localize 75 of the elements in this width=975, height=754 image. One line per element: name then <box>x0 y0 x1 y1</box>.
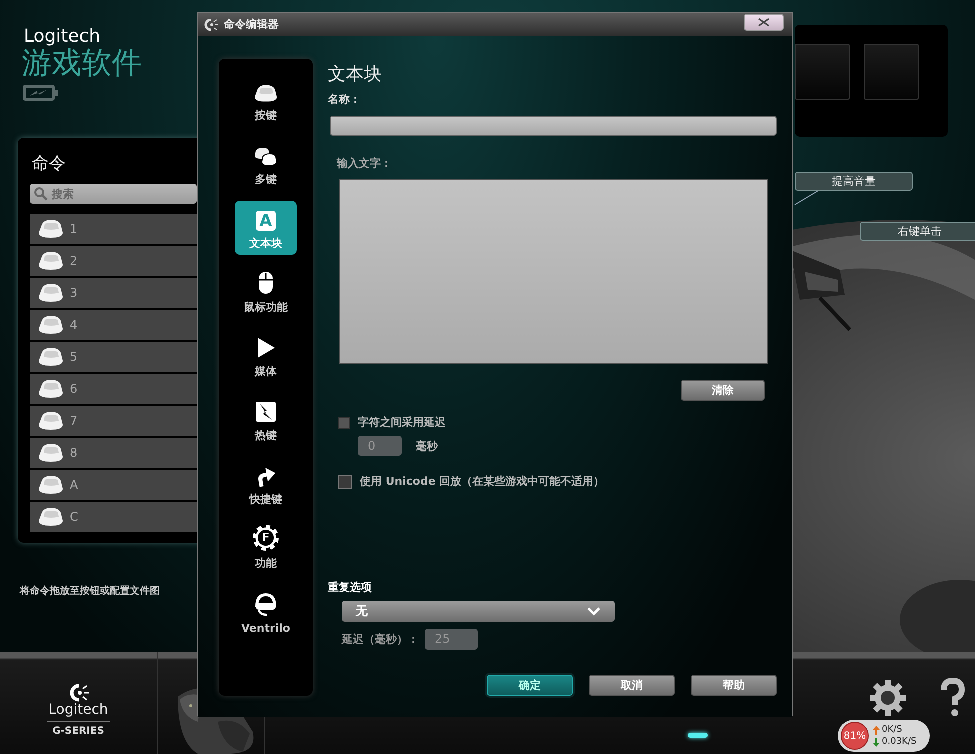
command-item[interactable]: 5 <box>30 342 197 372</box>
key-icon <box>38 251 64 271</box>
button-callout[interactable]: 提高音量 <box>795 172 913 191</box>
logo-icon <box>68 684 90 702</box>
command-item[interactable]: 6 <box>30 374 197 404</box>
checkbox-label: 字符之间采用延迟 <box>358 415 446 430</box>
dialog-button[interactable]: 帮助 <box>691 675 777 696</box>
field-label: 名称： <box>328 92 362 107</box>
gear-icon: F <box>253 525 279 551</box>
settings-icon[interactable] <box>868 678 908 718</box>
key-icon <box>38 219 64 239</box>
command-item[interactable]: 7 <box>30 406 197 436</box>
nav-tab[interactable]: F 功能 <box>235 521 297 575</box>
usage-badge: 81% <box>841 722 869 750</box>
key-icon <box>38 379 64 399</box>
mouse-icon <box>258 271 274 295</box>
key-icon <box>38 347 64 367</box>
button-callout[interactable]: 右键单击 <box>860 222 975 241</box>
unit-label: 毫秒 <box>416 438 438 454</box>
checkbox-label: 使用 Unicode 回放（在某些游戏中可能不适用） <box>360 474 605 489</box>
command-item[interactable]: A <box>30 470 197 500</box>
field-label: 延迟（毫秒）： <box>342 632 419 647</box>
app-title: 游戏软件 <box>22 47 143 81</box>
key-icon <box>38 475 64 495</box>
battery-icon <box>23 85 59 101</box>
command-item[interactable]: 8 <box>30 438 197 468</box>
play-icon <box>256 337 276 359</box>
chevron-icon <box>587 607 601 616</box>
search-field[interactable]: 搜索 <box>30 184 197 204</box>
keys-icon <box>254 147 278 167</box>
nav-tab[interactable]: 热键 <box>235 393 297 447</box>
down-arrow-icon <box>873 738 880 746</box>
key-icon <box>38 443 64 463</box>
text-icon: A <box>256 211 276 231</box>
key-icon <box>38 507 64 527</box>
hint-text: 将命令拖放至按钮或配置文件图 <box>20 584 161 598</box>
nav-tab[interactable]: 多键 <box>235 137 297 191</box>
nav-tab[interactable]: 快捷键 <box>235 457 297 511</box>
clear-button[interactable]: 清除 <box>681 380 765 401</box>
ok-button[interactable]: 确定 <box>487 675 573 696</box>
command-item[interactable]: 3 <box>30 278 197 308</box>
close-button[interactable] <box>744 14 784 31</box>
command-item[interactable]: 2 <box>30 246 197 276</box>
brand-name: Logitech <box>46 702 110 722</box>
key-icon <box>38 283 64 303</box>
series-label: G-SERIES <box>52 726 104 736</box>
panel-title: 命令 <box>32 153 67 175</box>
brand-name: Logitech <box>24 26 102 47</box>
key-icon <box>38 315 64 335</box>
download-speed: 0.03K/S <box>873 737 917 747</box>
name-field[interactable] <box>330 116 777 136</box>
nav-tab[interactable]: Ventrilo <box>235 585 297 639</box>
window-title: 命令编辑器 <box>224 17 279 32</box>
nav-tab[interactable]: 按键 <box>235 73 297 127</box>
close-icon <box>758 18 770 27</box>
field-label: 输入文字： <box>337 156 393 171</box>
search-icon <box>34 187 48 201</box>
section-title: 文本块 <box>328 63 383 86</box>
checkbox[interactable] <box>338 474 352 488</box>
command-item[interactable]: C <box>30 502 197 532</box>
up-arrow-icon <box>873 726 880 734</box>
nav-tab[interactable]: 媒体 <box>235 329 297 383</box>
section-label: 重复选项 <box>328 580 373 595</box>
help-icon[interactable] <box>940 678 966 718</box>
dialog-button[interactable]: 取消 <box>589 675 675 696</box>
nav-tab[interactable]: 鼠标功能 <box>235 265 297 319</box>
lightning-key-icon <box>255 401 277 423</box>
command-item[interactable]: 4 <box>30 310 197 340</box>
key-icon <box>254 84 278 103</box>
active-indicator <box>688 733 708 738</box>
logo-icon <box>204 18 218 30</box>
upload-speed: 0K/S <box>873 725 917 735</box>
command-item[interactable]: 1 <box>30 214 197 244</box>
nav-tab[interactable]: A 文本块 <box>235 201 297 255</box>
key-icon <box>38 411 64 431</box>
